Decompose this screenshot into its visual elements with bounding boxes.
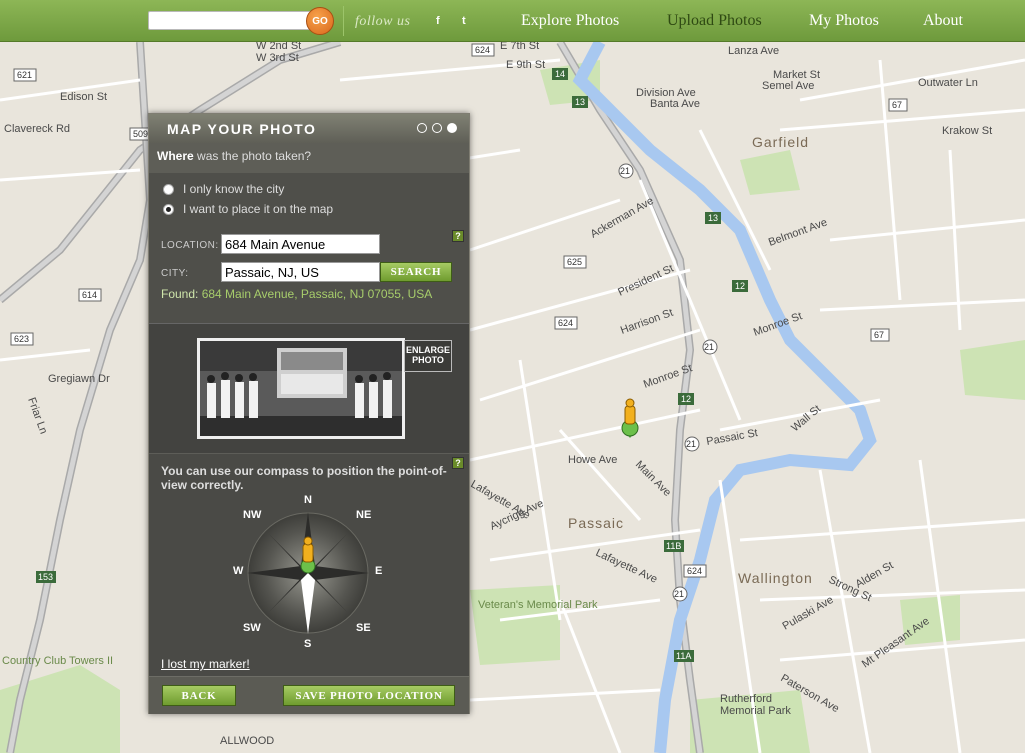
svg-text:21: 21: [686, 439, 696, 449]
map-place-passaic: Passaic: [568, 515, 624, 531]
svg-text:Gregiawn Dr: Gregiawn Dr: [48, 373, 110, 385]
compass-label-sw: SW: [243, 622, 261, 634]
photo-preview-section: ENLARGE PHOTO: [149, 323, 469, 453]
svg-text:W 3rd St: W 3rd St: [256, 52, 299, 64]
svg-text:621: 621: [17, 70, 32, 80]
svg-text:Banta Ave: Banta Ave: [650, 98, 700, 110]
enlarge-label-2: PHOTO: [412, 355, 444, 365]
svg-text:614: 614: [82, 290, 97, 300]
compass-label-s: S: [304, 638, 312, 650]
search-input[interactable]: [148, 11, 316, 30]
svg-text:11A: 11A: [676, 651, 691, 661]
option-city-only-label[interactable]: I only know the city: [183, 182, 284, 196]
svg-text:ALLWOOD: ALLWOOD: [220, 735, 274, 747]
location-input[interactable]: [221, 234, 380, 254]
svg-text:21: 21: [704, 342, 714, 352]
svg-text:Lanza Ave: Lanza Ave: [728, 45, 779, 57]
map-place-garfield: Garfield: [752, 134, 809, 150]
top-bar: GO follow us f t Explore Photos Upload P…: [0, 0, 1025, 42]
svg-text:Veteran's Memorial Park: Veteran's Memorial Park: [478, 599, 598, 611]
compass-label-ne: NE: [356, 509, 372, 521]
svg-text:13: 13: [708, 213, 718, 223]
compass-label-se: SE: [356, 622, 371, 634]
question-row: Where was the photo taken?: [149, 143, 469, 173]
option-place-on-map-label[interactable]: I want to place it on the map: [183, 202, 333, 216]
svg-text:67: 67: [892, 100, 902, 110]
svg-text:13: 13: [575, 97, 585, 107]
save-photo-location-button[interactable]: SAVE PHOTO LOCATION: [283, 685, 455, 706]
svg-text:624: 624: [558, 318, 573, 328]
svg-text:Clavereck Rd: Clavereck Rd: [4, 123, 70, 135]
lost-marker-link[interactable]: I lost my marker!: [161, 657, 250, 671]
svg-text:Howe Ave: Howe Ave: [568, 454, 617, 466]
svg-text:509: 509: [133, 129, 148, 139]
compass-instructions: You can use our compass to position the …: [161, 464, 447, 492]
svg-text:12: 12: [681, 394, 691, 404]
enlarge-photo-button[interactable]: ENLARGE PHOTO: [404, 340, 452, 372]
svg-text:153: 153: [38, 572, 53, 582]
radio-city-only[interactable]: [163, 184, 174, 195]
compass-label-nw: NW: [243, 509, 262, 521]
step-dot-1: [417, 123, 427, 133]
svg-text:67: 67: [874, 330, 884, 340]
svg-text:Country Club Towers II: Country Club Towers II: [2, 655, 113, 667]
help-location-icon[interactable]: ?: [452, 230, 464, 242]
svg-text:623: 623: [14, 334, 29, 344]
svg-text:Outwater Ln: Outwater Ln: [918, 77, 978, 89]
nav-upload-photos[interactable]: Upload Photos: [667, 12, 762, 30]
svg-text:12: 12: [735, 281, 745, 291]
city-input[interactable]: [221, 262, 380, 282]
svg-text:21: 21: [674, 589, 684, 599]
nav-about[interactable]: About: [923, 12, 963, 30]
found-result: Found: 684 Main Avenue, Passaic, NJ 0705…: [161, 287, 432, 301]
city-label: CITY:: [161, 268, 189, 279]
twitter-icon[interactable]: t: [462, 15, 466, 27]
panel-title: MAP YOUR PHOTO: [167, 121, 317, 137]
found-address: 684 Main Avenue, Passaic, NJ 07055, USA: [201, 287, 433, 301]
compass-label-n: N: [304, 494, 312, 506]
svg-text:Memorial Park: Memorial Park: [720, 705, 791, 717]
map-place-wallington: Wallington: [738, 570, 813, 586]
divider: [343, 6, 344, 36]
svg-text:Krakow St: Krakow St: [942, 125, 992, 137]
compass-label-e: E: [375, 565, 383, 577]
panel-header: MAP YOUR PHOTO: [149, 114, 469, 143]
search-button[interactable]: SEARCH: [380, 262, 452, 282]
radio-place-on-map[interactable]: [163, 204, 174, 215]
svg-text:Edison St: Edison St: [60, 91, 107, 103]
go-button[interactable]: GO: [306, 7, 334, 35]
svg-text:625: 625: [567, 257, 582, 267]
svg-text:624: 624: [475, 45, 490, 55]
step-dot-3-active: [447, 123, 457, 133]
panel-footer: BACK SAVE PHOTO LOCATION: [149, 676, 469, 714]
location-label: LOCATION:: [161, 240, 219, 251]
svg-text:624: 624: [687, 566, 702, 576]
nav-my-photos[interactable]: My Photos: [809, 12, 879, 30]
compass-section: ? You can use our compass to position th…: [149, 453, 469, 676]
svg-text:Semel Ave: Semel Ave: [762, 80, 814, 92]
svg-text:14: 14: [555, 69, 565, 79]
location-options: I only know the city I want to place it …: [149, 173, 469, 323]
svg-text:Rutherford: Rutherford: [720, 693, 772, 705]
nav-explore-photos[interactable]: Explore Photos: [521, 12, 619, 30]
facebook-icon[interactable]: f: [436, 15, 440, 27]
found-label: Found:: [161, 287, 199, 301]
enlarge-label-1: ENLARGE: [405, 345, 450, 355]
question-bold: Where: [157, 149, 194, 163]
svg-text:11B: 11B: [666, 541, 681, 551]
back-button[interactable]: BACK: [162, 685, 236, 706]
question-text: was the photo taken?: [193, 149, 312, 163]
step-dot-2: [432, 123, 442, 133]
svg-text:E 9th St: E 9th St: [506, 59, 545, 71]
svg-text:21: 21: [620, 166, 630, 176]
compass-label-w: W: [233, 565, 244, 577]
uploaded-photo[interactable]: [197, 338, 405, 439]
follow-us-label: follow us: [355, 14, 411, 29]
map-your-photo-panel: MAP YOUR PHOTO Where was the photo taken…: [148, 113, 470, 714]
help-compass-icon[interactable]: ?: [452, 457, 464, 469]
